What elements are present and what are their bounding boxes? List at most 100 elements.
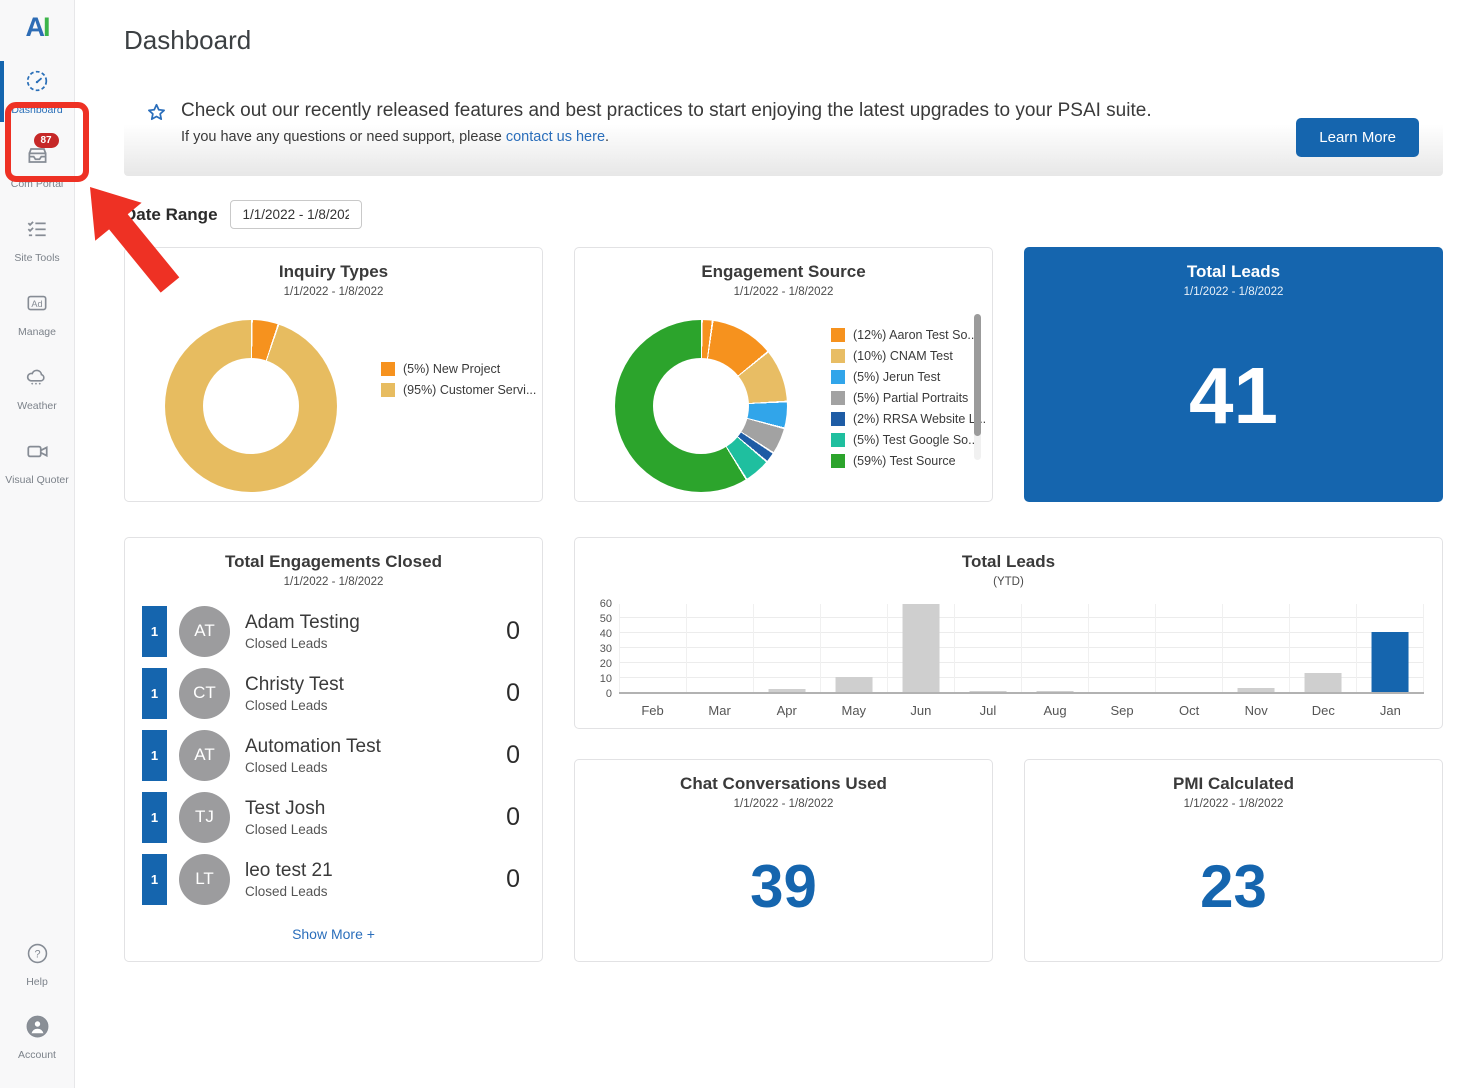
learn-more-button[interactable]: Learn More xyxy=(1296,118,1419,157)
engagement-row: 1ATAdam TestingClosed Leads0 xyxy=(125,600,542,662)
legend-label: (59%) Test Source xyxy=(853,454,956,468)
y-tick-label: 40 xyxy=(600,628,612,640)
sidebar-item-weather[interactable]: Weather xyxy=(0,357,74,418)
sidebar-item-dashboard[interactable]: Dashboard xyxy=(0,61,74,122)
metric-cards-row: Chat Conversations Used 1/1/2022 - 1/8/2… xyxy=(574,759,1443,962)
bar-aug xyxy=(1037,691,1074,692)
bar-may xyxy=(836,677,873,692)
feature-banner: Check out our recently released features… xyxy=(124,82,1443,176)
total-leads-card: Total Leads 1/1/2022 - 1/8/2022 41 xyxy=(1024,247,1443,502)
legend-item: (12%) Aaron Test So... xyxy=(831,328,986,342)
legend-swatch xyxy=(831,370,845,384)
filter-row: Date Range xyxy=(124,200,1443,229)
card-title: Total Engagements Closed xyxy=(125,538,542,572)
engagement-source-donut xyxy=(615,320,787,492)
engagement-sublabel: Closed Leads xyxy=(245,636,506,651)
x-axis-labels: FebMarAprMayJunJulAugSepOctNovDecJan xyxy=(619,703,1424,718)
star-icon xyxy=(146,102,167,162)
contact-us-link[interactable]: contact us here xyxy=(506,129,605,145)
bar-cell xyxy=(1022,604,1089,692)
legend-label: (95%) Customer Servi... xyxy=(403,383,536,397)
legend-label: (5%) Jerun Test xyxy=(853,370,940,384)
support-prefix: If you have any questions or need suppor… xyxy=(181,129,506,145)
engagement-value: 0 xyxy=(506,741,520,770)
sidebar-item-account[interactable]: Account xyxy=(0,1007,74,1067)
active-indicator xyxy=(0,61,4,122)
sidebar-item-com-portal[interactable]: 87 Com Portal xyxy=(0,135,74,196)
legend-swatch xyxy=(831,433,845,447)
y-tick-label: 60 xyxy=(600,598,612,610)
legend-item: (5%) Test Google So... xyxy=(831,433,986,447)
x-tick-label: Oct xyxy=(1156,703,1223,718)
engagement-row: 1LTleo test 21Closed Leads0 xyxy=(125,848,542,910)
bar-cell xyxy=(1290,604,1357,692)
engagement-name: Christy Test xyxy=(245,674,506,696)
engagement-name: leo test 21 xyxy=(245,860,506,882)
sidebar-item-visual-quoter[interactable]: Visual Quoter xyxy=(0,431,74,492)
legend-swatch xyxy=(381,383,395,397)
sidebar-nav: Dashboard 87 Com Portal Site xyxy=(0,61,74,505)
chat-conversations-card: Chat Conversations Used 1/1/2022 - 1/8/2… xyxy=(574,759,993,962)
weather-cloud-icon xyxy=(24,364,50,395)
pmi-calculated-value: 23 xyxy=(1025,852,1442,921)
app-logo[interactable]: AI xyxy=(25,12,48,43)
card-title: Engagement Source xyxy=(575,248,992,282)
rank-badge: 1 xyxy=(142,854,167,905)
date-range-input[interactable] xyxy=(230,200,362,229)
card-title: Total Leads xyxy=(575,538,1442,572)
video-camera-icon xyxy=(24,438,51,469)
sidebar-item-site-tools[interactable]: Site Tools xyxy=(0,209,74,270)
plot-area xyxy=(619,604,1424,694)
sidebar-item-manage[interactable]: Ad Manage xyxy=(0,283,74,344)
bar-cell xyxy=(619,604,687,692)
card-title: PMI Calculated xyxy=(1025,760,1442,794)
engagement-value: 0 xyxy=(506,803,520,832)
engagements-closed-card: Total Engagements Closed 1/1/2022 - 1/8/… xyxy=(124,537,543,962)
logo-letter-i: I xyxy=(43,12,49,42)
bar-apr xyxy=(769,689,806,692)
engagement-row: 1CTChristy TestClosed Leads0 xyxy=(125,662,542,724)
legend-item: (5%) New Project xyxy=(381,362,536,376)
legend-scrollbar[interactable] xyxy=(974,314,981,460)
card-title: Inquiry Types xyxy=(125,248,542,282)
banner-support-text: If you have any questions or need suppor… xyxy=(181,129,1246,145)
rank-badge: 1 xyxy=(142,792,167,843)
y-tick-label: 20 xyxy=(600,658,612,670)
sidebar-item-label: Visual Quoter xyxy=(5,474,68,486)
bar-jul xyxy=(970,691,1007,692)
sidebar-item-label: Dashboard xyxy=(11,104,62,116)
card-subtitle: 1/1/2022 - 1/8/2022 xyxy=(1025,286,1442,298)
engagement-sublabel: Closed Leads xyxy=(245,884,506,899)
legend-scrollbar-thumb[interactable] xyxy=(974,314,981,436)
engagement-source-card: Engagement Source 1/1/2022 - 1/8/2022 (1… xyxy=(574,247,993,502)
engagement-sublabel: Closed Leads xyxy=(245,760,506,775)
engagement-source-legend: (12%) Aaron Test So...(10%) CNAM Test(5%… xyxy=(831,328,986,492)
engagement-text: Test JoshClosed Leads xyxy=(245,798,506,837)
card-subtitle: 1/1/2022 - 1/8/2022 xyxy=(125,286,542,298)
inquiry-types-donut xyxy=(165,320,337,492)
sidebar-item-label: Com Portal xyxy=(11,178,64,190)
pie-body: (12%) Aaron Test So...(10%) CNAM Test(5%… xyxy=(575,320,992,492)
rank-badge: 1 xyxy=(142,730,167,781)
x-tick-label: Dec xyxy=(1290,703,1357,718)
x-tick-label: Jan xyxy=(1357,703,1424,718)
support-suffix: . xyxy=(605,129,609,145)
account-person-icon xyxy=(25,1014,50,1044)
bar-nov xyxy=(1238,688,1275,692)
banner-message: Check out our recently released features… xyxy=(181,98,1246,124)
bar-cell xyxy=(1357,604,1424,692)
show-more-link[interactable]: Show More + xyxy=(125,926,542,942)
cards-row-1: Inquiry Types 1/1/2022 - 1/8/2022 (5%) N… xyxy=(124,247,1443,502)
legend-swatch xyxy=(831,454,845,468)
bar-dec xyxy=(1305,673,1342,692)
x-tick-label: Feb xyxy=(619,703,686,718)
bar-cell xyxy=(1089,604,1156,692)
engagement-sublabel: Closed Leads xyxy=(245,698,506,713)
ad-box-icon: Ad xyxy=(24,290,50,321)
help-icon: ? xyxy=(25,941,50,971)
sidebar-item-label: Help xyxy=(26,976,48,988)
sidebar-item-help[interactable]: ? Help xyxy=(0,934,74,994)
legend-label: (5%) New Project xyxy=(403,362,500,376)
y-tick-label: 10 xyxy=(600,673,612,685)
dashboard-gauge-icon xyxy=(24,68,50,99)
